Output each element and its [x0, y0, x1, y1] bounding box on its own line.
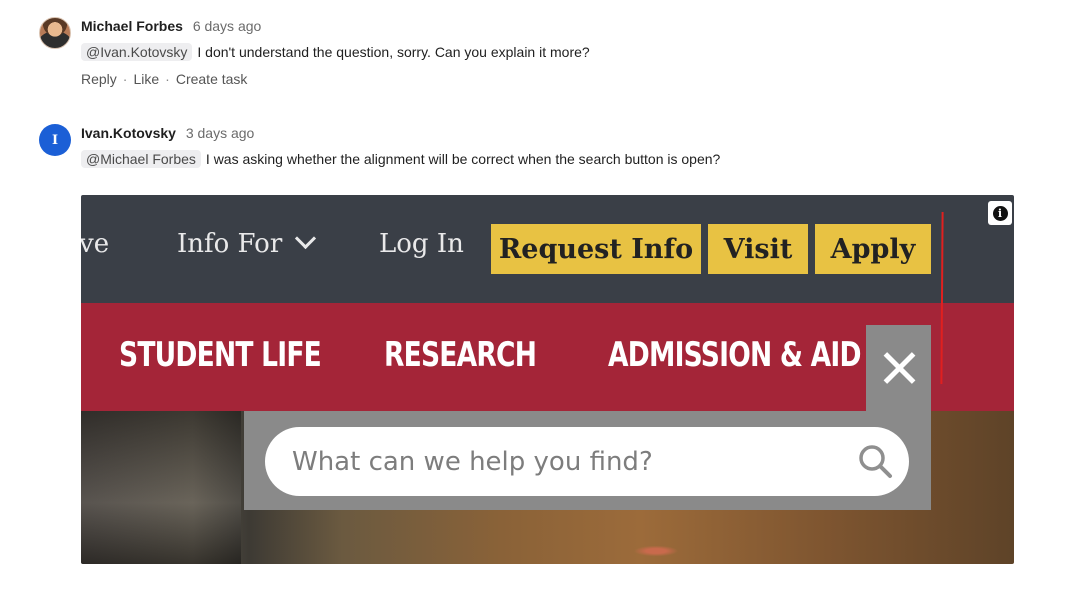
- comment-author[interactable]: Ivan.Kotovsky: [81, 125, 176, 141]
- comment-timestamp: 6 days ago: [192, 18, 262, 34]
- avatar[interactable]: I: [39, 124, 71, 156]
- like-button[interactable]: Like: [133, 71, 159, 87]
- info-for-label: Info For: [177, 229, 283, 259]
- mention-tag[interactable]: @Ivan.Kotovsky: [81, 43, 193, 61]
- chevron-down-icon: [295, 227, 317, 250]
- avatar[interactable]: [39, 17, 71, 49]
- close-icon: [881, 350, 917, 386]
- request-info-button: Request Info: [491, 224, 701, 274]
- info-for-menu: Info For: [177, 227, 317, 259]
- close-search-button: [866, 325, 931, 411]
- nav-student-life: STUDENT LIFE: [119, 335, 322, 375]
- comment-author[interactable]: Michael Forbes: [81, 18, 183, 34]
- action-separator: ·: [122, 71, 128, 87]
- apply-button: Apply: [815, 224, 931, 274]
- mention-tag[interactable]: @Michael Forbes: [81, 150, 201, 168]
- search-input: [265, 427, 909, 496]
- info-icon[interactable]: i: [988, 201, 1012, 225]
- comment-text: I don't understand the question, sorry. …: [197, 44, 590, 60]
- reply-button[interactable]: Reply: [81, 71, 117, 87]
- nav-link-partial: ve: [81, 229, 110, 259]
- action-separator: ·: [165, 71, 170, 87]
- comment-timestamp: 3 days ago: [185, 125, 255, 141]
- visit-button: Visit: [708, 224, 808, 274]
- log-in-link: Log In: [379, 229, 464, 259]
- info-badge: i: [992, 205, 1008, 221]
- hero-photo-shade: [81, 411, 241, 564]
- nav-research: RESEARCH: [384, 335, 537, 375]
- avatar-initial: I: [51, 132, 59, 148]
- create-task-button[interactable]: Create task: [176, 71, 248, 87]
- comment-text: I was asking whether the alignment will …: [205, 151, 721, 167]
- search-icon: [859, 445, 892, 478]
- attached-screenshot[interactable]: ve Info For Log In Request Info Visit Ap…: [81, 195, 1014, 564]
- nav-admission-aid: ADMISSION & AID: [608, 335, 861, 375]
